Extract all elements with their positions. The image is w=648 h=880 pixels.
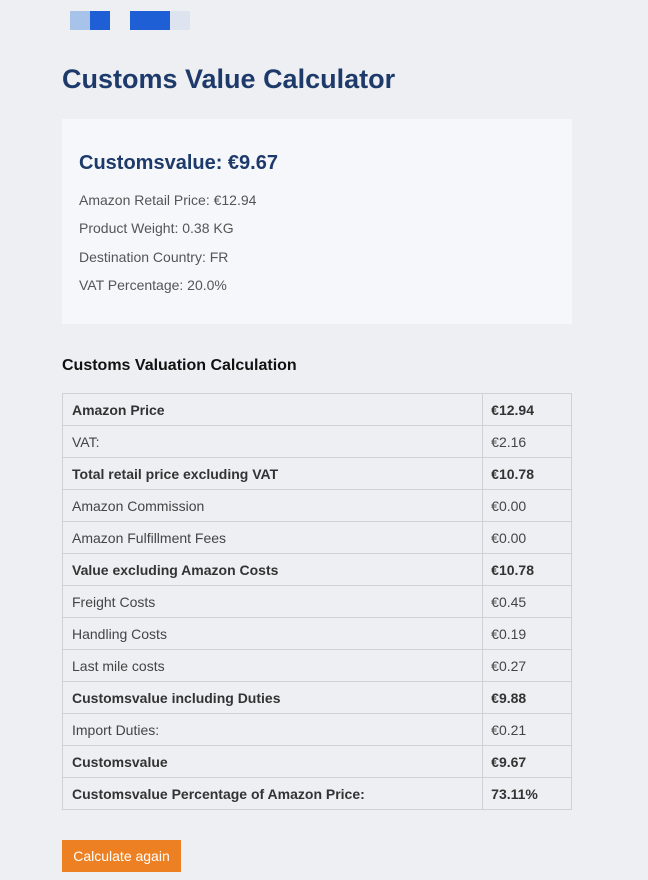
table-row: VAT: €2.16 xyxy=(61,425,572,458)
destination-country-line: Destination Country: FR xyxy=(79,249,229,265)
row-value: €0.00 xyxy=(482,521,572,554)
table-row: Freight Costs €0.45 xyxy=(61,585,572,618)
table-row: Value excluding Amazon Costs €10.78 xyxy=(61,553,572,586)
row-value: €9.88 xyxy=(482,681,572,714)
product-weight-line: Product Weight: 0.38 KG xyxy=(79,220,234,236)
row-value: 73.11% xyxy=(482,777,572,810)
table-row: Last mile costs €0.27 xyxy=(61,649,572,682)
row-label: Freight Costs xyxy=(61,585,484,618)
table-row: Customsvalue including Duties €9.88 xyxy=(61,681,572,714)
page-title: Customs Value Calculator xyxy=(62,64,396,94)
table-row: Amazon Commission €0.00 xyxy=(61,489,572,522)
table-row: Import Duties: €0.21 xyxy=(61,713,572,746)
table-row: Amazon Fulfillment Fees €0.00 xyxy=(61,521,572,554)
calculation-table: Amazon Price €12.94 VAT: €2.16 Total retail … xyxy=(61,393,572,810)
logo-block xyxy=(130,11,170,30)
row-value: €9.67 xyxy=(482,745,572,778)
row-label: Value excluding Amazon Costs xyxy=(61,553,484,586)
row-label: Customsvalue including Duties xyxy=(61,681,484,714)
row-label: Customsvalue Percentage of Amazon Price: xyxy=(61,777,484,810)
vat-percentage-line: VAT Percentage: 20.0% xyxy=(79,277,227,293)
row-label: Import Duties: xyxy=(61,713,484,746)
row-label: Last mile costs xyxy=(61,649,484,682)
retail-price-line: Amazon Retail Price: €12.94 xyxy=(79,192,257,208)
calculation-section-title: Customs Valuation Calculation xyxy=(62,357,297,374)
row-label: Amazon Fulfillment Fees xyxy=(61,521,484,554)
row-value: €0.45 xyxy=(482,585,572,618)
row-value: €0.27 xyxy=(482,649,572,682)
logo-block xyxy=(170,11,190,30)
row-value: €10.78 xyxy=(482,553,572,586)
logo-block xyxy=(70,11,90,30)
row-label: Handling Costs xyxy=(61,617,484,650)
row-value: €0.00 xyxy=(482,489,572,522)
row-label: Amazon Commission xyxy=(61,489,484,522)
calculate-again-button[interactable]: Calculate again xyxy=(62,840,181,872)
table-row: Amazon Price €12.94 xyxy=(61,393,572,426)
customs-value-heading: Customsvalue: €9.67 xyxy=(79,152,278,174)
row-value: €10.78 xyxy=(482,457,572,490)
row-value: €0.21 xyxy=(482,713,572,746)
table-row: Customsvalue €9.67 xyxy=(61,745,572,778)
row-label: VAT: xyxy=(61,425,484,458)
table-row: Handling Costs €0.19 xyxy=(61,617,572,650)
row-label: Total retail price excluding VAT xyxy=(61,457,484,490)
row-label: Amazon Price xyxy=(61,393,484,426)
row-label: Customsvalue xyxy=(61,745,484,778)
row-value: €0.19 xyxy=(482,617,572,650)
summary-card: Customsvalue: €9.67 Amazon Retail Price:… xyxy=(62,119,572,324)
table-row: Customsvalue Percentage of Amazon Price:… xyxy=(61,777,572,810)
table-row: Total retail price excluding VAT €10.78 xyxy=(61,457,572,490)
row-value: €12.94 xyxy=(482,393,572,426)
logo-block xyxy=(90,11,110,30)
row-value: €2.16 xyxy=(482,425,572,458)
